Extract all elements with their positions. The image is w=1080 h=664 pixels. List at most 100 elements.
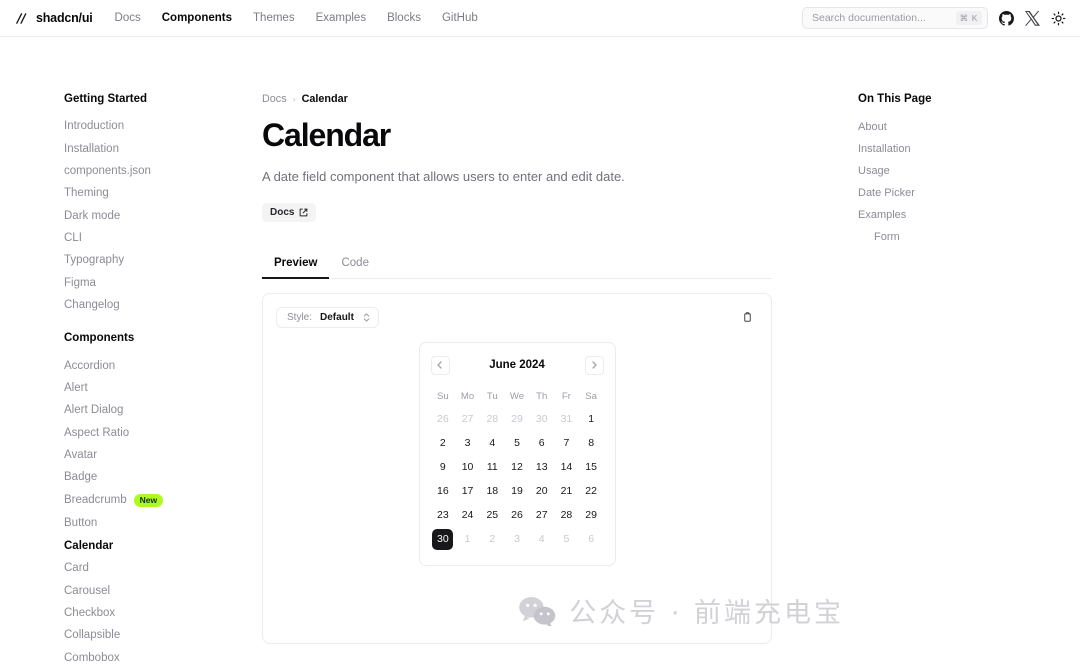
sidebar-item-alert-dialog[interactable]: Alert Dialog bbox=[64, 399, 262, 421]
tab-code[interactable]: Code bbox=[329, 251, 381, 278]
calendar-day[interactable]: 27 bbox=[529, 504, 554, 528]
calendar-day[interactable]: 30 bbox=[529, 408, 554, 432]
calendar-weekday-row: Su Mo Tu We Th Fr Sa bbox=[431, 386, 604, 408]
calendar-day[interactable]: 24 bbox=[455, 504, 480, 528]
sidebar-item-figma[interactable]: Figma bbox=[64, 272, 262, 294]
calendar-day-selected[interactable]: 30 bbox=[431, 528, 456, 552]
calendar-day[interactable]: 8 bbox=[579, 432, 604, 456]
sidebar-item-breadcrumb[interactable]: Breadcrumb New bbox=[64, 489, 262, 513]
sidebar-item-dark-mode[interactable]: Dark mode bbox=[64, 205, 262, 227]
sidebar-item-collapsible[interactable]: Collapsible bbox=[64, 624, 262, 646]
calendar-day-number: 29 bbox=[511, 413, 523, 426]
calendar-day[interactable]: 22 bbox=[579, 480, 604, 504]
calendar-day[interactable]: 27 bbox=[455, 408, 480, 432]
calendar-day[interactable]: 5 bbox=[505, 432, 530, 456]
calendar-day[interactable]: 12 bbox=[505, 456, 530, 480]
calendar-day[interactable]: 31 bbox=[554, 408, 579, 432]
calendar-day[interactable]: 26 bbox=[505, 504, 530, 528]
nav-item-examples[interactable]: Examples bbox=[316, 12, 367, 24]
sidebar-item-checkbox[interactable]: Checkbox bbox=[64, 602, 262, 624]
calendar-day-number: 20 bbox=[535, 485, 548, 498]
toc-item-installation[interactable]: Installation bbox=[858, 138, 1080, 160]
sidebar-item-aspect-ratio[interactable]: Aspect Ratio bbox=[64, 422, 262, 444]
sidebar-item-cli[interactable]: CLI bbox=[64, 227, 262, 249]
copy-button[interactable] bbox=[737, 307, 758, 328]
calendar-day[interactable]: 13 bbox=[529, 456, 554, 480]
breadcrumb-root[interactable]: Docs bbox=[262, 93, 287, 105]
calendar-day[interactable]: 9 bbox=[431, 456, 456, 480]
calendar-day[interactable]: 2 bbox=[480, 528, 505, 552]
calendar-day[interactable]: 26 bbox=[431, 408, 456, 432]
calendar-day[interactable]: 6 bbox=[579, 528, 604, 552]
sidebar-item-label: Alert Dialog bbox=[64, 404, 124, 417]
calendar-day[interactable]: 1 bbox=[579, 408, 604, 432]
sidebar-item-button[interactable]: Button bbox=[64, 512, 262, 534]
sidebar-item-introduction[interactable]: Introduction bbox=[64, 115, 262, 137]
calendar-day[interactable]: 3 bbox=[505, 528, 530, 552]
nav-item-components[interactable]: Components bbox=[162, 12, 232, 24]
sidebar-item-installation[interactable]: Installation bbox=[64, 137, 262, 159]
search-shortcut-badge: ⌘ K bbox=[955, 11, 982, 25]
calendar-prev-button[interactable] bbox=[430, 355, 450, 375]
calendar-day[interactable]: 29 bbox=[579, 504, 604, 528]
calendar-day[interactable]: 11 bbox=[480, 456, 505, 480]
calendar-day[interactable]: 20 bbox=[529, 480, 554, 504]
calendar-day[interactable]: 28 bbox=[554, 504, 579, 528]
calendar-day[interactable]: 18 bbox=[480, 480, 505, 504]
nav-item-docs[interactable]: Docs bbox=[115, 12, 141, 24]
calendar-day[interactable]: 7 bbox=[554, 432, 579, 456]
search-input[interactable]: Search documentation... ⌘ K bbox=[802, 7, 988, 29]
calendar-day[interactable]: 17 bbox=[455, 480, 480, 504]
calendar-day[interactable]: 21 bbox=[554, 480, 579, 504]
docs-link-badge[interactable]: Docs bbox=[262, 202, 317, 222]
nav-item-github[interactable]: GitHub bbox=[442, 12, 478, 24]
calendar-day[interactable]: 14 bbox=[554, 456, 579, 480]
sidebar-item-combobox[interactable]: Combobox bbox=[64, 646, 262, 664]
sidebar-item-calendar[interactable]: Calendar bbox=[64, 535, 262, 557]
calendar-day[interactable]: 19 bbox=[505, 480, 530, 504]
sidebar-item-card[interactable]: Card bbox=[64, 557, 262, 579]
sidebar-item-alert[interactable]: Alert bbox=[64, 377, 262, 399]
github-icon[interactable] bbox=[999, 10, 1014, 26]
calendar-day-number: 21 bbox=[560, 485, 573, 498]
toc-item-examples[interactable]: Examples bbox=[858, 204, 1080, 226]
sidebar-item-carousel[interactable]: Carousel bbox=[64, 579, 262, 601]
calendar-day[interactable]: 2 bbox=[431, 432, 456, 456]
calendar-day[interactable]: 6 bbox=[529, 432, 554, 456]
sun-theme-icon[interactable] bbox=[1051, 11, 1066, 26]
calendar-day[interactable]: 3 bbox=[455, 432, 480, 456]
tab-preview[interactable]: Preview bbox=[262, 251, 330, 279]
calendar-day[interactable]: 1 bbox=[455, 528, 480, 552]
sidebar-item-theming[interactable]: Theming bbox=[64, 182, 262, 204]
toc-item-about[interactable]: About bbox=[858, 116, 1080, 138]
sidebar-item-accordion[interactable]: Accordion bbox=[64, 354, 262, 376]
sidebar-item-changelog[interactable]: Changelog bbox=[64, 294, 262, 316]
toc-item-form[interactable]: Form bbox=[858, 226, 1080, 248]
style-select[interactable]: Style: Default bbox=[276, 306, 379, 328]
calendar-day[interactable]: 23 bbox=[431, 504, 456, 528]
nav-item-blocks[interactable]: Blocks bbox=[387, 12, 421, 24]
calendar-day[interactable]: 28 bbox=[480, 408, 505, 432]
calendar-day[interactable]: 15 bbox=[579, 456, 604, 480]
brand-logo[interactable]: shadcn/ui bbox=[14, 11, 93, 26]
calendar-day[interactable]: 16 bbox=[431, 480, 456, 504]
sidebar-item-typography[interactable]: Typography bbox=[64, 249, 262, 271]
calendar-day[interactable]: 5 bbox=[554, 528, 579, 552]
calendar-day[interactable]: 25 bbox=[480, 504, 505, 528]
calendar-day[interactable]: 29 bbox=[505, 408, 530, 432]
calendar-day-number: 25 bbox=[486, 509, 499, 522]
calendar-day[interactable]: 4 bbox=[529, 528, 554, 552]
nav-item-themes[interactable]: Themes bbox=[253, 12, 295, 24]
calendar-next-button[interactable] bbox=[584, 355, 604, 375]
weekday-label: We bbox=[509, 390, 525, 402]
breadcrumb-current: Calendar bbox=[301, 93, 348, 105]
sidebar-item-avatar[interactable]: Avatar bbox=[64, 444, 262, 466]
calendar-day[interactable]: 10 bbox=[455, 456, 480, 480]
toc-item-date-picker[interactable]: Date Picker bbox=[858, 182, 1080, 204]
sidebar-item-badge[interactable]: Badge bbox=[64, 466, 262, 488]
toc-item-usage[interactable]: Usage bbox=[858, 160, 1080, 182]
sidebar-item-components-json[interactable]: components.json bbox=[64, 160, 262, 182]
calendar-day[interactable]: 4 bbox=[480, 432, 505, 456]
calendar-day-number: 6 bbox=[588, 533, 595, 546]
x-twitter-icon[interactable] bbox=[1025, 10, 1040, 26]
